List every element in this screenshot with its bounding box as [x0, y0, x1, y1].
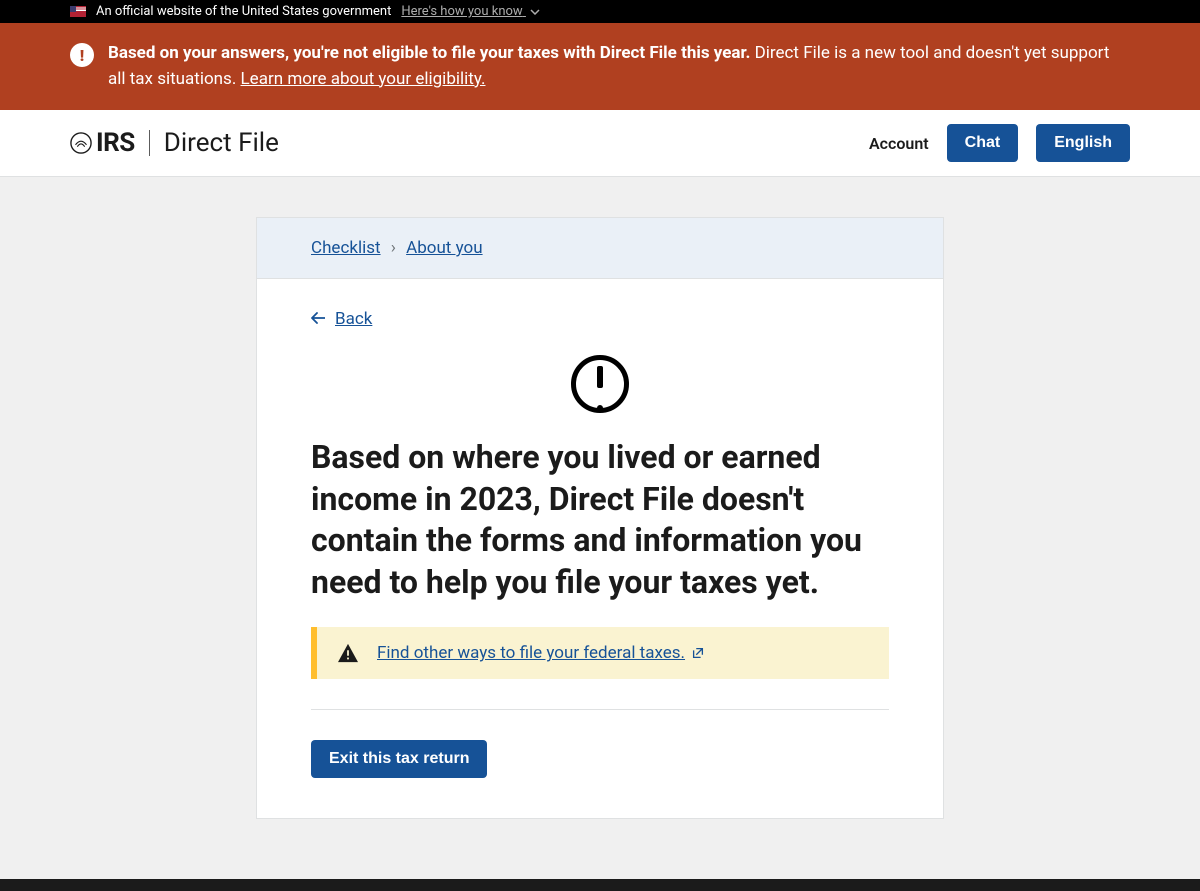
site-header: IRS Direct File Account Chat English — [0, 110, 1200, 177]
breadcrumb-checklist[interactable]: Checklist — [311, 238, 381, 258]
chat-button[interactable]: Chat — [947, 124, 1019, 162]
chevron-down-icon — [530, 4, 540, 19]
gov-banner-text: An official website of the United States… — [96, 4, 391, 19]
logo-group[interactable]: IRS Direct File — [70, 128, 279, 158]
exit-tax-return-button[interactable]: Exit this tax return — [311, 740, 487, 778]
arrow-left-icon — [311, 309, 325, 329]
external-link-icon — [691, 646, 705, 660]
error-icon — [311, 355, 889, 413]
other-ways-link[interactable]: Find other ways to file your federal tax… — [377, 643, 705, 663]
breadcrumb: Checklist › About you — [257, 218, 943, 279]
divider-icon — [149, 130, 150, 156]
account-link[interactable]: Account — [869, 134, 929, 153]
page-headline: Based on where you lived or earned incom… — [311, 437, 889, 603]
irs-logo: IRS — [70, 128, 135, 158]
warning-triangle-icon — [337, 643, 359, 663]
alert-icon: ! — [70, 43, 94, 67]
main-card: Checklist › About you Back — [256, 217, 944, 819]
chevron-right-icon: › — [391, 238, 396, 258]
footer-bar — [0, 879, 1200, 891]
warning-box: Find other ways to file your federal tax… — [311, 627, 889, 679]
product-name: Direct File — [164, 128, 279, 158]
language-button[interactable]: English — [1036, 124, 1130, 162]
back-link[interactable]: Back — [311, 309, 372, 329]
us-flag-icon — [70, 6, 86, 17]
divider — [311, 709, 889, 710]
breadcrumb-about-you[interactable]: About you — [406, 238, 482, 258]
eligibility-alert: ! Based on your answers, you're not elig… — [0, 23, 1200, 110]
gov-banner: An official website of the United States… — [0, 0, 1200, 23]
eligibility-learn-more-link[interactable]: Learn more about your eligibility. — [241, 69, 486, 89]
gov-banner-link[interactable]: Here's how you know — [401, 4, 540, 19]
alert-text: Based on your answers, you're not eligib… — [108, 41, 1130, 92]
irs-eagle-icon — [70, 132, 92, 154]
